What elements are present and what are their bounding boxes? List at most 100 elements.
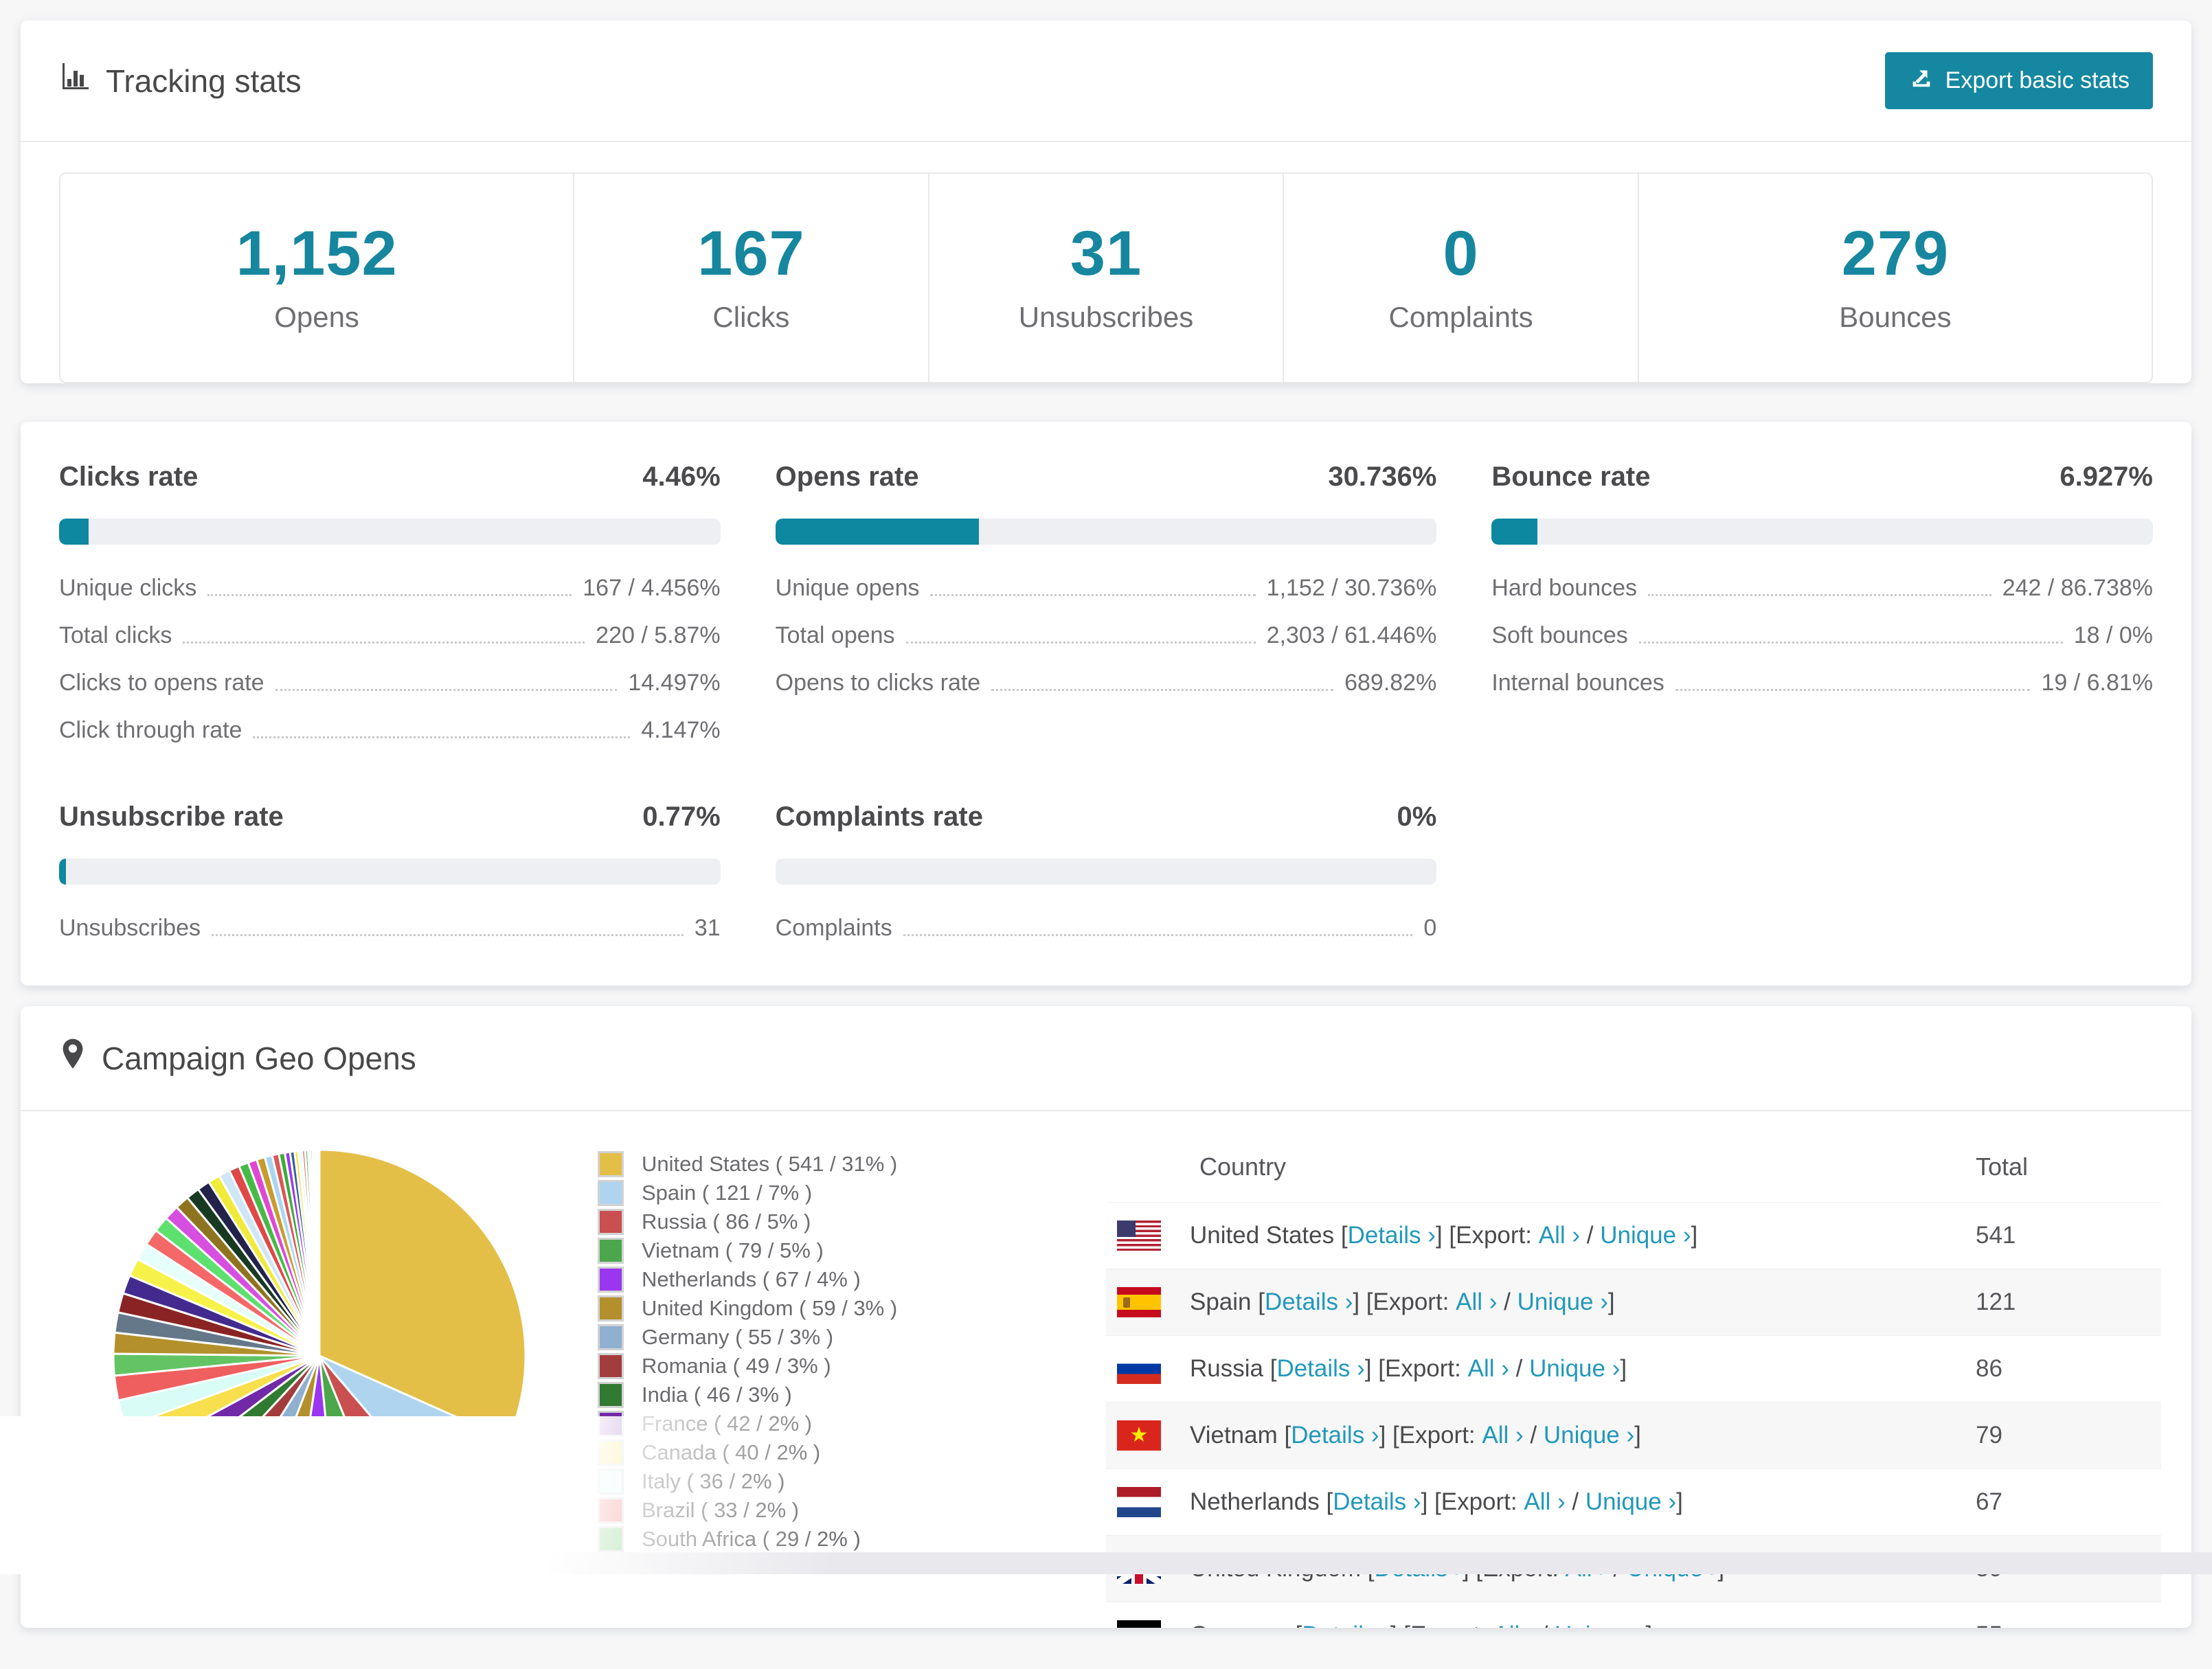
stat-value: 167 (697, 218, 805, 288)
export-all-link[interactable]: All › (1482, 1422, 1523, 1449)
details-link[interactable]: Details › (1333, 1488, 1421, 1516)
dotted-leader (207, 594, 572, 596)
export-all-link[interactable]: All › (1468, 1355, 1509, 1383)
slash-text: / (1565, 1488, 1585, 1515)
export-all-link[interactable]: All › (1456, 1288, 1497, 1316)
rate-percent: 0.77% (642, 802, 721, 832)
total-cell: 79 (1976, 1422, 2002, 1449)
legend-swatch (598, 1238, 624, 1264)
rate-row-value: 31 (694, 915, 721, 941)
export-all-link[interactable]: All › (1493, 1622, 1535, 1628)
slash-text: / (1497, 1288, 1517, 1315)
rate-row: Click through rate 4.147% (59, 717, 721, 744)
legend-swatch (598, 1180, 624, 1206)
legend-item: France ( 42 / 2% ) (598, 1409, 1106, 1438)
rate-row-value: 18 / 0% (2073, 622, 2153, 648)
progress-bar-fill (59, 519, 89, 545)
bracket-text: [ (1263, 1355, 1277, 1382)
slash-text: / (1523, 1422, 1544, 1449)
rate-row: Complaints 0 (776, 915, 1437, 942)
export-unique-link[interactable]: Unique › (1555, 1622, 1645, 1628)
legend-label: Canada ( 40 / 2% ) (642, 1440, 821, 1464)
stat-box-unsubscribes: 31 Unsubscribes (927, 174, 1283, 382)
export-unique-link[interactable]: Unique › (1600, 1222, 1691, 1249)
rate-block-opens-rate: Opens rate 30.736% Unique opens 1,152 / 30.… (775, 462, 1437, 744)
legend-label: India ( 46 / 3% ) (642, 1383, 792, 1407)
table-row-us: United States [Details ›] [Export: All ›… (1106, 1202, 2161, 1269)
rate-row-value: 167 / 4.456% (583, 575, 721, 601)
export-basic-stats-button[interactable]: Export basic stats (1884, 52, 2153, 109)
export-all-link[interactable]: All › (1524, 1488, 1565, 1516)
rate-row: Clicks to opens rate 14.497% (59, 670, 721, 696)
legend-label: Vietnam ( 79 / 5% ) (642, 1238, 824, 1262)
rates-card: Clicks rate 4.46% Unique clicks 167 / 4.456… (21, 422, 2191, 986)
rate-title: Clicks rate (59, 462, 199, 492)
legend-swatch (598, 1411, 624, 1437)
stat-box-complaints: 0 Complaints (1283, 174, 1638, 382)
export-unique-link[interactable]: Unique › (1529, 1355, 1620, 1383)
dotted-leader (991, 689, 1334, 691)
details-link[interactable]: Details › (1348, 1222, 1436, 1249)
details-link[interactable]: Details › (1291, 1422, 1379, 1449)
legend-swatch (598, 1209, 624, 1235)
rate-percent: 4.46% (642, 462, 721, 492)
bracket-text: [ (1251, 1288, 1265, 1315)
stat-label: Clicks (712, 301, 790, 333)
details-link[interactable]: Details › (1302, 1622, 1390, 1628)
flag-icon-us (1117, 1220, 1161, 1251)
stats-summary: 1,152 Opens 167 Clicks 31 Unsubscribes 0 Compla… (59, 172, 2153, 383)
export-unique-link[interactable]: Unique › (1585, 1488, 1676, 1516)
stat-value: 279 (1841, 218, 1950, 288)
export-all-link[interactable]: All › (1539, 1222, 1580, 1249)
export-unique-link[interactable]: Unique › (1544, 1422, 1634, 1449)
details-link[interactable]: Details › (1276, 1355, 1364, 1383)
legend-label: Italy ( 36 / 2% ) (642, 1469, 785, 1493)
rate-row: Internal bounces 19 / 6.81% (1491, 670, 2153, 696)
slash-text: / (1580, 1222, 1601, 1249)
page-bottom-strip (0, 1552, 2212, 1574)
legend-item: Canada ( 40 / 2% ) (598, 1438, 1106, 1467)
rate-row: Total opens 2,303 / 61.446% (776, 622, 1437, 649)
dotted-leader (1675, 689, 2031, 691)
bracket-text: ] (1676, 1488, 1683, 1515)
column-header-country: Country (1199, 1153, 1287, 1181)
total-cell: 541 (1976, 1222, 2016, 1249)
flag-icon-ru (1117, 1354, 1161, 1384)
progress-bar-track (775, 859, 1437, 885)
dotted-leader (903, 934, 1413, 936)
legend-label: Romania ( 49 / 3% ) (642, 1354, 831, 1378)
dotted-leader (275, 689, 618, 691)
bracket-text: [ (1289, 1622, 1302, 1628)
campaign-geo-opens-card: Campaign Geo Opens United States ( 541 /… (21, 1006, 2191, 1628)
rate-row-label: Click through rate (59, 717, 242, 743)
total-cell: 121 (1976, 1288, 2016, 1315)
dotted-leader (930, 594, 1256, 596)
export-unique-link[interactable]: Unique › (1517, 1288, 1608, 1316)
rate-row: Total clicks 220 / 5.87% (59, 622, 721, 649)
rate-percent: 0% (1397, 802, 1437, 832)
rate-row-value: 242 / 86.738% (2002, 575, 2153, 601)
rate-row-value: 220 / 5.87% (596, 622, 721, 648)
rate-title: Bounce rate (1491, 462, 1651, 492)
stat-label: Unsubscribes (1018, 301, 1194, 333)
rate-row-label: Unsubscribes (59, 915, 201, 941)
dotted-leader (183, 642, 585, 644)
legend-item: Russia ( 86 / 5% ) (598, 1207, 1106, 1236)
rate-title: Unsubscribe rate (59, 802, 284, 832)
rate-title: Opens rate (775, 462, 919, 492)
country-cell: Netherlands [Details ›] [Export: All › /… (1117, 1487, 1976, 1517)
flag-icon-de (1117, 1620, 1161, 1628)
country-cell: Russia [Details ›] [Export: All › / Uniq… (1117, 1354, 1976, 1384)
bracket-text: ] (1607, 1288, 1615, 1315)
rate-detail-rows: Unique opens 1,152 / 30.736% Total opens 2,… (776, 575, 1437, 696)
country-name: Vietnam (1190, 1422, 1278, 1449)
rate-row: Soft bounces 18 / 0% (1491, 622, 2153, 649)
geo-header: Campaign Geo Opens (21, 1006, 2191, 1111)
legend-label: Germany ( 55 / 3% ) (642, 1325, 834, 1349)
progress-bar-fill (1491, 519, 1537, 545)
details-link[interactable]: Details › (1265, 1288, 1353, 1316)
rate-row-value: 689.82% (1344, 670, 1437, 696)
slash-text: / (1509, 1355, 1530, 1382)
legend-item: Romania ( 49 / 3% ) (598, 1352, 1106, 1381)
legend-swatch (598, 1468, 624, 1495)
